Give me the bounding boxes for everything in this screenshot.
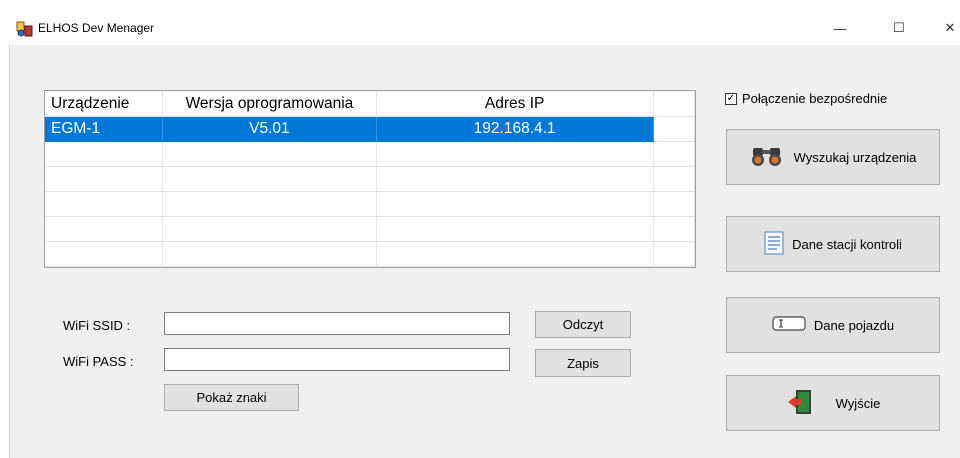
main-panel: Urządzenie Wersja oprogramowania Adres I… — [9, 45, 960, 458]
text-cursor-icon — [772, 315, 806, 336]
column-header-device[interactable]: Urządzenie — [45, 91, 164, 117]
table-row[interactable]: EGM-1 V5.01 192.168.4.1 — [45, 116, 695, 142]
empty-row — [45, 216, 695, 242]
exit-label: Wyjście — [835, 395, 881, 411]
exit-button[interactable]: Wyjście — [726, 375, 940, 431]
search-devices-button[interactable]: Wyszukaj urządzenia — [726, 129, 940, 185]
read-button[interactable]: Odczyt — [535, 311, 631, 338]
devices-grid[interactable]: Urządzenie Wersja oprogramowania Adres I… — [44, 90, 696, 268]
wifi-ssid-input[interactable] — [164, 312, 510, 335]
empty-row — [45, 241, 695, 267]
wifi-pass-input[interactable] — [164, 348, 510, 371]
exit-door-icon — [786, 388, 814, 419]
document-icon — [764, 230, 784, 258]
column-header-ip[interactable]: Adres IP — [376, 91, 654, 117]
minimize-button[interactable]: — — [821, 11, 859, 45]
close-button[interactable]: ✕ — [931, 11, 960, 45]
column-header-version[interactable]: Wersja oprogramowania — [162, 91, 377, 117]
window-title: ELHOS Dev Menager — [38, 21, 155, 35]
wifi-ssid-label: WiFi SSID : — [63, 318, 131, 333]
station-data-label: Dane stacji kontroli — [792, 236, 902, 252]
wifi-pass-label: WiFi PASS : — [63, 354, 134, 369]
show-chars-button[interactable]: Pokaż znaki — [164, 384, 299, 411]
direct-connection-label: Połączenie bezpośrednie — [742, 91, 888, 106]
empty-row — [45, 191, 695, 217]
direct-connection-checkbox[interactable]: ✓ — [725, 92, 737, 105]
grid-header-row: Urządzenie Wersja oprogramowania Adres I… — [45, 91, 695, 117]
cell-ip[interactable]: 192.168.4.1 — [376, 116, 654, 142]
cell-device[interactable]: EGM-1 — [45, 116, 164, 142]
vehicle-data-button[interactable]: Dane pojazdu — [726, 297, 940, 353]
station-data-button[interactable]: Dane stacji kontroli — [726, 216, 940, 272]
cell-version[interactable]: V5.01 — [162, 116, 377, 142]
direct-connection-option[interactable]: ✓ Połączenie bezpośrednie — [725, 91, 887, 106]
maximize-button[interactable]: ☐ — [880, 11, 918, 45]
search-devices-label: Wyszukaj urządzenia — [793, 149, 917, 165]
title-bar: ELHOS Dev Menager — ☐ ✕ — [9, 11, 960, 45]
cell-filler — [653, 116, 695, 142]
empty-row — [45, 141, 695, 167]
vehicle-data-label: Dane pojazdu — [813, 317, 895, 333]
write-button[interactable]: Zapis — [535, 349, 631, 377]
column-header-filler — [653, 91, 695, 117]
empty-row — [45, 166, 695, 192]
binoculars-icon — [750, 145, 786, 170]
app-icon — [16, 20, 33, 37]
